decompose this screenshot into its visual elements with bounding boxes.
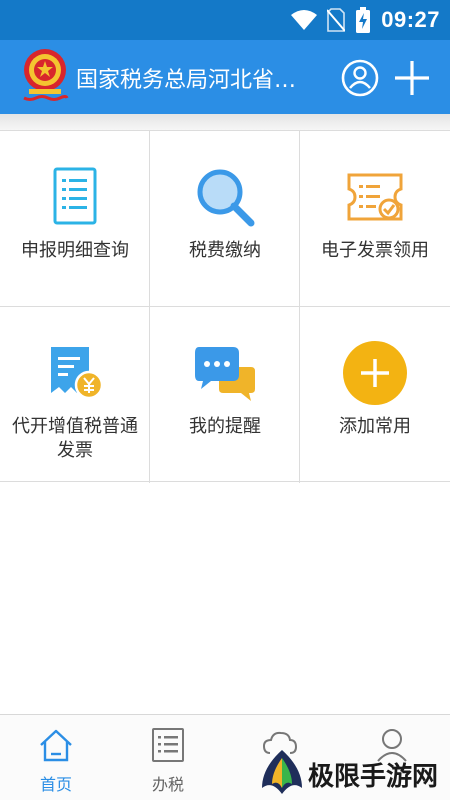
nav-tax[interactable]: 办税	[112, 715, 224, 800]
document-list-icon	[53, 167, 97, 225]
status-time: 09:27	[381, 7, 440, 32]
add-button[interactable]	[392, 58, 432, 98]
service-label: 电子发票领用	[321, 240, 429, 261]
service-vat-invoice[interactable]: 代开增值税普通发票	[0, 307, 150, 483]
service-add-favorite[interactable]: 添加常用	[300, 307, 450, 483]
status-bar: 09:27	[0, 0, 450, 40]
ticket-check-icon	[347, 173, 403, 221]
home-icon	[40, 729, 72, 762]
service-label: 申报明细查询	[21, 240, 129, 261]
service-reminders[interactable]: 我的提醒	[150, 307, 300, 483]
service-label: 添加常用	[339, 416, 411, 437]
add-circle-icon	[343, 341, 407, 405]
service-declaration-query[interactable]: 申报明细查询	[0, 131, 150, 307]
service-label: 代开增值税普通发票	[12, 416, 138, 461]
no-sim-icon	[327, 8, 346, 32]
search-icon	[197, 169, 255, 227]
wifi-icon	[291, 10, 318, 30]
page-title: 国家税务总局河北省…	[76, 68, 297, 93]
app-bar: 国家税务总局河北省…	[0, 40, 450, 114]
user-circle-icon	[341, 59, 379, 97]
plus-icon	[395, 61, 429, 95]
list-icon	[152, 728, 184, 762]
battery-charging-icon	[356, 7, 371, 33]
service-label: 税费缴纳	[189, 240, 261, 261]
tax-emblem-logo	[20, 46, 70, 108]
watermark-logo-icon	[262, 750, 302, 794]
nav-home[interactable]: 首页	[0, 715, 112, 800]
service-grid: 申报明细查询 税费缴纳 电子发票领用 代开增值税普通发票 我的提醒 添加常用	[0, 130, 450, 483]
watermark-text: 极限手游网	[308, 762, 439, 792]
status-icons: 09:27	[291, 6, 440, 34]
nav-label: 办税	[151, 775, 184, 794]
service-e-invoice[interactable]: 电子发票领用	[300, 131, 450, 307]
header-divider	[0, 114, 450, 130]
service-label: 我的提醒	[189, 416, 261, 437]
invoice-yen-icon	[51, 347, 104, 400]
chat-bubbles-icon	[195, 347, 255, 401]
service-tax-payment[interactable]: 税费缴纳	[150, 131, 300, 307]
watermark: 极限手游网	[258, 748, 450, 800]
profile-button[interactable]	[340, 58, 380, 98]
nav-label: 首页	[39, 775, 72, 794]
